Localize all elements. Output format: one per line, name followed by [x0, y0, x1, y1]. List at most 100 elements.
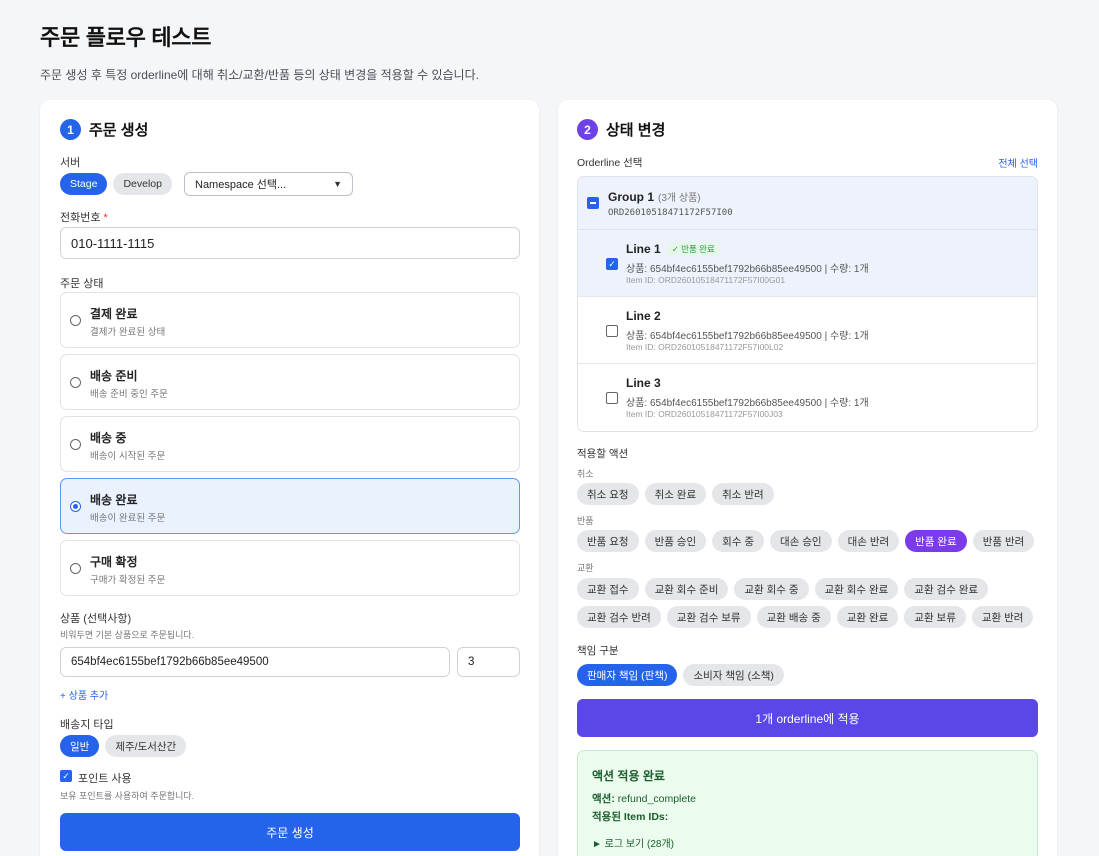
status-option-title: 배송 중	[90, 431, 127, 445]
action-pickup-button[interactable]: 회수 중	[712, 530, 765, 552]
status-option-title: 배송 완료	[90, 493, 138, 507]
namespace-select-value: Namespace 선택...	[195, 179, 287, 191]
return-actions: 반품 요청 반품 승인 회수 중 대손 승인 대손 반려 반품 완료 반품 반려	[577, 530, 1035, 552]
shipping-normal-button[interactable]: 일반	[60, 735, 100, 757]
namespace-select[interactable]: Namespace 선택... ▼	[184, 172, 353, 196]
action-return-request-button[interactable]: 반품 요청	[577, 530, 639, 552]
status-option-confirmed[interactable]: 구매 확정 구매가 확정된 주문	[60, 540, 520, 596]
action-exchange-button[interactable]: 교환 완료	[836, 606, 899, 628]
radio-icon	[70, 439, 81, 450]
action-loss-reject-button[interactable]: 대손 반려	[837, 530, 900, 552]
create-section-header: 1 주문 생성	[60, 119, 148, 140]
change-section-title: 상태 변경	[606, 122, 666, 139]
status-option-delivered[interactable]: 배송 완료 배송이 완료된 주문	[60, 478, 520, 534]
line-item-id: Item ID: ORD26010518471172F57I00J03	[626, 409, 783, 419]
seller-responsibility-button[interactable]: 판매자 책임 (판책)	[577, 664, 678, 686]
line-name: Line 1 ✓ 반품 완료	[626, 242, 720, 256]
result-items-line: 적용된 Item IDs:	[592, 809, 668, 824]
add-product-link[interactable]: + 상품 추가	[60, 687, 108, 702]
action-loss-approve-button[interactable]: 대손 승인	[770, 530, 832, 552]
action-return-approve-button[interactable]: 반품 승인	[644, 530, 707, 552]
status-option-desc: 배송이 완료된 주문	[90, 513, 166, 524]
result-items-key: 적용된 Item IDs:	[592, 811, 669, 823]
status-option-title: 결제 완료	[90, 307, 138, 321]
orderline-row[interactable]: ✓ Line 1 ✓ 반품 완료 상품: 654bf4ec6155bef1792b…	[578, 230, 1037, 297]
radio-icon	[70, 315, 81, 326]
product-id-value: 654bf4ec6155bef1792b66b85ee49500	[71, 656, 269, 668]
phone-label: 전화번호 *	[60, 209, 108, 225]
action-exchange-button[interactable]: 교환 접수	[577, 578, 639, 600]
action-exchange-button[interactable]: 교환 반려	[971, 606, 1034, 628]
buyer-responsibility-button[interactable]: 소비자 책임 (소책)	[683, 664, 784, 686]
status-option-desc: 배송이 시작된 주문	[90, 451, 166, 462]
product-id-input[interactable]: 654bf4ec6155bef1792b66b85ee49500	[60, 647, 450, 677]
orderline-row[interactable]: Line 2 상품: 654bf4ec6155bef1792b66b85ee49…	[578, 297, 1037, 364]
action-exchange-button[interactable]: 교환 회수 준비	[644, 578, 729, 600]
status-option-paid[interactable]: 결제 완료 결제가 완료된 상태	[60, 292, 520, 348]
phone-input[interactable]: 010-1111-1115	[60, 227, 520, 259]
apply-action-button[interactable]: 1개 orderline에 적용	[577, 699, 1038, 737]
step-1-badge: 1	[60, 119, 81, 140]
change-section-header: 2 상태 변경	[577, 119, 665, 140]
cancel-group-label: 취소	[577, 469, 594, 479]
action-exchange-button[interactable]: 교환 검수 보류	[666, 606, 751, 628]
exchange-actions-row-2: 교환 검수 반려 교환 검수 보류 교환 배송 중 교환 완료 교환 보류 교환…	[577, 606, 1034, 628]
line-checkbox[interactable]	[606, 325, 618, 337]
status-option-desc: 배송 준비 중인 주문	[90, 389, 168, 400]
status-option-preparing[interactable]: 배송 준비 배송 준비 중인 주문	[60, 354, 520, 410]
shipping-type-label: 배송지 타입	[60, 719, 114, 731]
radio-selected-icon	[70, 501, 81, 512]
create-order-button[interactable]: 주문 생성	[60, 813, 520, 851]
action-cancel-request-button[interactable]: 취소 요청	[577, 483, 639, 505]
select-all-link[interactable]: 전체 선택	[998, 155, 1038, 170]
shipping-jeju-button[interactable]: 제주/도서산간	[105, 735, 187, 757]
action-cancel-reject-button[interactable]: 취소 반려	[712, 483, 774, 505]
action-return-complete-button[interactable]: 반품 완료	[905, 530, 967, 552]
group-row[interactable]: Group 1 (3개 상품) ORD26010518471172F57I00	[578, 177, 1037, 230]
return-group-label: 반품	[577, 516, 594, 526]
point-checkbox[interactable]: ✓	[60, 770, 72, 782]
status-badge: ✓ 반품 완료	[666, 242, 720, 256]
action-return-reject-button[interactable]: 반품 반려	[972, 530, 1035, 552]
server-toggle: Stage Develop	[60, 173, 172, 195]
action-exchange-button[interactable]: 교환 검수 반려	[577, 606, 661, 628]
status-option-desc: 구매가 확정된 주문	[90, 575, 166, 586]
line-checkbox[interactable]: ✓	[606, 258, 618, 270]
page-description: 주문 생성 후 특정 orderline에 대해 취소/교환/반품 등의 상태 …	[40, 68, 479, 82]
order-status-label: 주문 상태	[60, 278, 104, 290]
action-exchange-button[interactable]: 교환 배송 중	[756, 606, 831, 628]
result-action-line: 액션: refund_complete	[592, 791, 696, 806]
group-name-text: Group 1	[608, 190, 655, 204]
exchange-actions-row-1: 교환 접수 교환 회수 준비 교환 회수 중 교환 회수 완료 교환 검수 완료	[577, 578, 989, 600]
step-2-badge: 2	[577, 119, 598, 140]
action-exchange-button[interactable]: 교환 보류	[904, 606, 966, 628]
result-action-value: refund_complete	[617, 793, 696, 805]
result-title: 액션 적용 완료	[592, 769, 665, 783]
line-item-id: Item ID: ORD26010518471172F57I00G01	[626, 275, 786, 285]
radio-icon	[70, 563, 81, 574]
result-action-key: 액션:	[592, 793, 615, 805]
shipping-type-toggle: 일반 제주/도서산간	[60, 735, 187, 757]
create-section-title: 주문 생성	[89, 122, 149, 139]
status-option-shipping[interactable]: 배송 중 배송이 시작된 주문	[60, 416, 520, 472]
action-cancel-complete-button[interactable]: 취소 완료	[644, 483, 707, 505]
page-header: 주문 플로우 테스트 주문 생성 후 특정 orderline에 대해 취소/교…	[40, 20, 479, 83]
point-hint: 보유 포인트를 사용하여 주문합니다.	[60, 791, 195, 801]
product-qty-value: 3	[468, 656, 475, 668]
log-toggle[interactable]: ► 로그 보기 (28개)	[592, 835, 674, 850]
line-checkbox[interactable]	[606, 392, 618, 404]
orderline-row[interactable]: Line 3 상품: 654bf4ec6155bef1792b66b85ee49…	[578, 364, 1037, 431]
line-item-id: Item ID: ORD26010518471172F57I00L02	[626, 342, 784, 352]
product-qty-input[interactable]: 3	[457, 647, 520, 677]
server-stage-button[interactable]: Stage	[60, 173, 108, 195]
action-exchange-button[interactable]: 교환 회수 중	[734, 578, 809, 600]
server-develop-button[interactable]: Develop	[113, 173, 172, 195]
required-mark: *	[103, 212, 108, 224]
action-exchange-button[interactable]: 교환 회수 완료	[814, 578, 899, 600]
line-name: Line 2	[626, 309, 661, 323]
action-exchange-button[interactable]: 교환 검수 완료	[904, 578, 989, 600]
status-option-title: 구매 확정	[90, 555, 138, 569]
responsibility-label: 책임 구분	[577, 645, 619, 657]
group-checkbox[interactable]	[587, 197, 599, 209]
orderline-list: Group 1 (3개 상품) ORD26010518471172F57I00 ✓…	[577, 176, 1038, 432]
